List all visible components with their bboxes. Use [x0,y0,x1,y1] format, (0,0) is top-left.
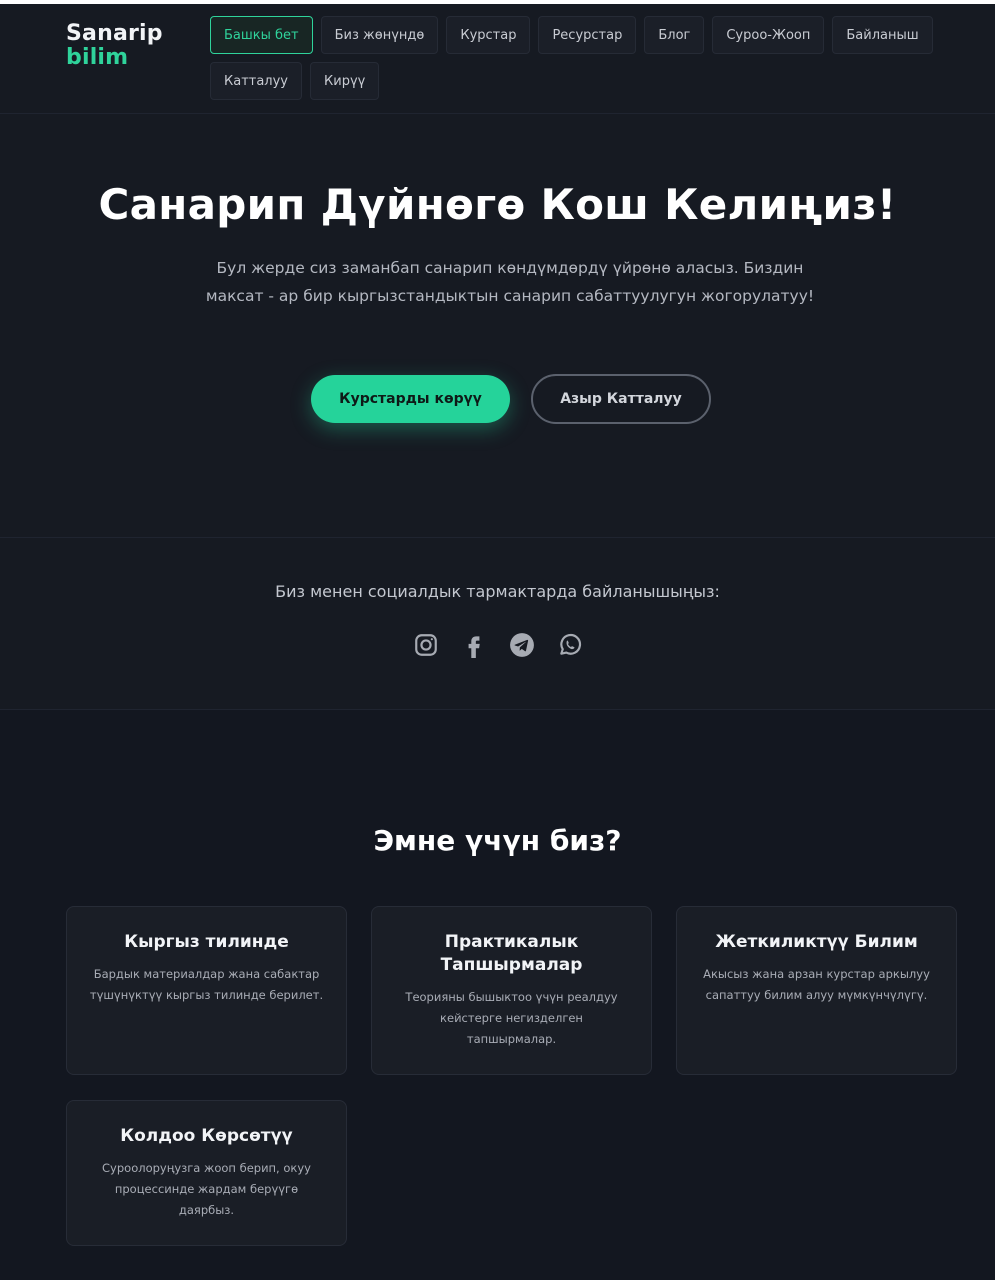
feature-card-title: Жеткиликтүү Билим [715,932,918,952]
feature-card-title: Колдоо Көрсөтүү [120,1126,293,1146]
social-section: Биз менен социалдык тармактарда байланыш… [0,538,995,710]
nav-register[interactable]: Катталуу [210,62,303,100]
main-nav: Башкы бет Биз жөнүндө Курстар Ресурстар … [210,16,950,100]
section-title: Эмне үчүн биз? [373,824,622,857]
hero-title: Санарип Дүйнөгө Кош Келиңиз! [98,180,897,229]
hero-description: Бул жерде сиз заманбап санарип көндүмдөр… [205,259,815,305]
site-header: Sanarip bilim Башкы бет Биз жөнүндө Курс… [0,4,995,114]
whatsapp-icon[interactable] [557,632,583,658]
nav-contact[interactable]: Байланыш [832,16,933,54]
page: Sanarip bilim Башкы бет Биз жөнүндө Курс… [0,4,995,1280]
nav-faq[interactable]: Суроо-Жооп [712,16,825,54]
feature-card-text: Бардык материалдар жана сабактар түшүнүк… [89,967,324,1002]
instagram-icon[interactable] [413,632,439,658]
feature-card-title: Кыргыз тилинде [124,932,289,952]
telegram-icon[interactable] [509,632,535,658]
logo-text-accent: bilim [66,45,129,70]
feature-card: Практикалык Тапшырмалар Теорияны бышыкто… [371,906,652,1075]
feature-card-title: Практикалык Тапшырмалар [440,932,583,975]
register-now-button[interactable]: Азыр Катталуу [531,374,711,424]
hero-section: Санарип Дүйнөгө Кош Келиңиз! Бул жерде с… [0,114,995,538]
why-us-section: Эмне үчүн биз? Кыргыз тилинде Бардык мат… [0,710,995,1280]
facebook-icon[interactable] [461,632,487,658]
feature-card: Кыргыз тилинде Бардык материалдар жана с… [66,906,347,1075]
feature-card-text: Акысыз жана арзан курстар аркылуу сапатт… [703,967,930,1002]
nav-home[interactable]: Башкы бет [210,16,313,54]
feature-card: Жеткиликтүү Билим Акысыз жана арзан курс… [676,906,957,1075]
view-courses-button[interactable]: Курстарды көрүү [311,375,510,423]
nav-courses[interactable]: Курстар [446,16,531,54]
social-icons [0,632,995,658]
feature-card-text: Суроолоруңузга жооп берип, окуу процесси… [102,1161,311,1217]
nav-login[interactable]: Кирүү [310,62,380,100]
nav-resources[interactable]: Ресурстар [538,16,637,54]
feature-card: Колдоо Көрсөтүү Суроолоруңузга жооп бери… [66,1100,347,1246]
feature-card-text: Теорияны бышыктоо үчүн реалдуу кейстерге… [405,990,618,1046]
nav-about[interactable]: Биз жөнүндө [320,16,439,54]
logo-text-primary: Sanarip [66,21,163,46]
logo[interactable]: Sanarip bilim [66,22,163,70]
social-title: Биз менен социалдык тармактарда байланыш… [275,582,720,601]
nav-blog[interactable]: Блог [644,16,705,54]
